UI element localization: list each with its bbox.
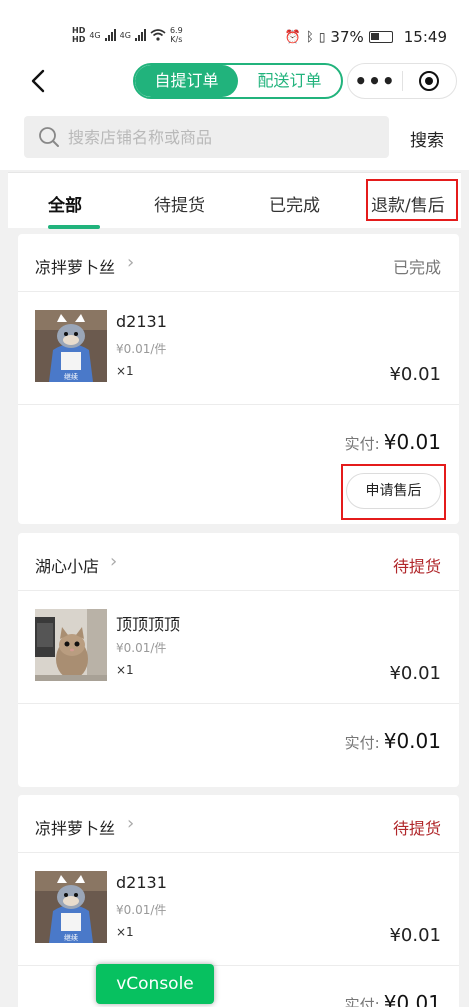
item-name: d2131	[116, 873, 167, 892]
paid-amount-row: 实付: ¥0.01	[345, 729, 441, 753]
item-total: ¥0.01	[389, 925, 441, 946]
shop-name[interactable]: 凉拌萝卜丝	[35, 815, 115, 839]
paid-amount: ¥0.01	[383, 991, 441, 1007]
item-unit-price: ¥0.01/件	[116, 903, 167, 917]
paid-label: 实付:	[344, 734, 380, 752]
order-card[interactable]: 凉拌萝卜丝 › 待提货 继续 d2131 ¥0.01/件 ×1 ¥0.01 实付…	[18, 795, 459, 1007]
item-quantity: ×1	[116, 925, 134, 939]
seg-pickup-orders[interactable]: 自提订单	[135, 65, 238, 97]
bluetooth-icon: ᛒ	[306, 29, 314, 45]
product-thumbnail-cat-in-apron: 继续	[35, 310, 107, 382]
seg-delivery-orders[interactable]: 配送订单	[238, 65, 341, 97]
search-box[interactable]	[24, 116, 389, 158]
tab-pending-pickup[interactable]: 待提货	[154, 191, 205, 216]
status-bar: HD HD 4G 4G 6.9 K/s ⏰ ᛒ ▯ 37% 15:49	[0, 0, 469, 56]
status-right: ⏰ ᛒ ▯ 37% 15:49	[285, 28, 447, 46]
paid-amount: ¥0.01	[383, 729, 441, 753]
paid-amount: ¥0.01	[383, 430, 441, 454]
order-type-toggle: 自提订单 配送订单	[133, 63, 343, 99]
nav-header: 自提订单 配送订单 •••	[0, 56, 469, 106]
search-input[interactable]	[68, 127, 368, 147]
wifi-icon	[150, 29, 166, 41]
status-left: HD HD 4G 4G 6.9 K/s	[72, 26, 183, 44]
chevron-right-icon[interactable]: ›	[127, 813, 134, 834]
alarm-icon: ⏰	[284, 29, 301, 45]
hd-indicators: HD HD	[72, 26, 86, 44]
item-name: 顶顶顶顶	[116, 615, 181, 634]
network-speed: 6.9 K/s	[169, 26, 183, 44]
order-status: 已完成	[392, 258, 441, 277]
order-item[interactable]: 继续 d2131 ¥0.01/件 ×1 ¥0.01	[18, 853, 459, 966]
order-list[interactable]: 凉拌萝卜丝 › 已完成 继续 d2131 ¥0.01/件 ×1 ¥0.01 实付…	[0, 232, 469, 1007]
item-quantity: ×1	[116, 364, 134, 378]
order-card-header: 凉拌萝卜丝 › 待提货	[18, 795, 459, 853]
tab-completed[interactable]: 已完成	[269, 191, 320, 216]
svg-text:继续: 继续	[64, 933, 78, 942]
search-bar: 搜索	[0, 106, 469, 170]
order-card[interactable]: 湖心小店 › 待提货 顶顶顶顶 ¥0.01/件 ×1 ¥0.01 实付: ¥0.…	[18, 533, 459, 787]
more-icon[interactable]: •••	[348, 71, 402, 91]
order-card[interactable]: 凉拌萝卜丝 › 已完成 继续 d2131 ¥0.01/件 ×1 ¥0.01 实付…	[18, 234, 459, 524]
vibrate-icon: ▯	[318, 30, 326, 44]
item-total: ¥0.01	[389, 663, 441, 684]
product-thumbnail-cat-in-apron: 继续	[35, 871, 107, 943]
item-quantity: ×1	[116, 663, 134, 677]
order-card-header: 凉拌萝卜丝 › 已完成	[18, 234, 459, 292]
target-icon	[419, 71, 440, 91]
shop-name[interactable]: 湖心小店	[35, 553, 99, 577]
signal-1-icon	[104, 29, 116, 41]
battery-percent: 37%	[330, 28, 364, 46]
item-name: d2131	[116, 312, 167, 331]
item-unit-price: ¥0.01/件	[116, 342, 167, 356]
clock: 15:49	[403, 28, 447, 46]
highlight-box-refund-tab	[366, 179, 458, 221]
chevron-right-icon[interactable]: ›	[127, 252, 134, 273]
svg-text:继续: 继续	[64, 372, 78, 381]
order-status: 待提货	[392, 557, 441, 576]
paid-amount-row: 实付: ¥0.01	[345, 991, 441, 1007]
status-tabs: 全部 待提货 已完成 退款/售后	[8, 172, 461, 229]
paid-label: 实付:	[344, 996, 380, 1007]
shop-name[interactable]: 凉拌萝卜丝	[35, 254, 115, 278]
item-unit-price: ¥0.01/件	[116, 641, 167, 655]
back-arrow-icon[interactable]	[24, 66, 54, 96]
paid-label: 实付:	[344, 435, 380, 453]
network-2-label: 4G	[119, 30, 131, 40]
item-total: ¥0.01	[389, 364, 441, 385]
close-miniprogram-button[interactable]	[403, 71, 456, 91]
network-1-label: 4G	[89, 30, 101, 40]
paid-amount-row: 实付: ¥0.01	[345, 430, 441, 454]
search-button[interactable]: 搜索	[410, 126, 444, 151]
search-icon	[39, 127, 59, 147]
vconsole-button[interactable]: vConsole	[96, 964, 214, 1004]
signal-2-icon	[134, 29, 146, 41]
order-card-header: 湖心小店 › 待提货	[18, 533, 459, 591]
active-tab-indicator	[48, 225, 100, 229]
product-thumbnail-kitten	[35, 609, 107, 681]
order-item[interactable]: 继续 d2131 ¥0.01/件 ×1 ¥0.01	[18, 292, 459, 405]
miniprogram-capsule: •••	[347, 63, 457, 99]
chevron-right-icon[interactable]: ›	[110, 551, 117, 572]
battery-icon	[368, 31, 393, 43]
highlight-box-aftersale-button	[341, 464, 446, 520]
order-status: 待提货	[392, 819, 441, 838]
tab-all[interactable]: 全部	[48, 191, 82, 216]
order-item[interactable]: 顶顶顶顶 ¥0.01/件 ×1 ¥0.01	[18, 591, 459, 704]
